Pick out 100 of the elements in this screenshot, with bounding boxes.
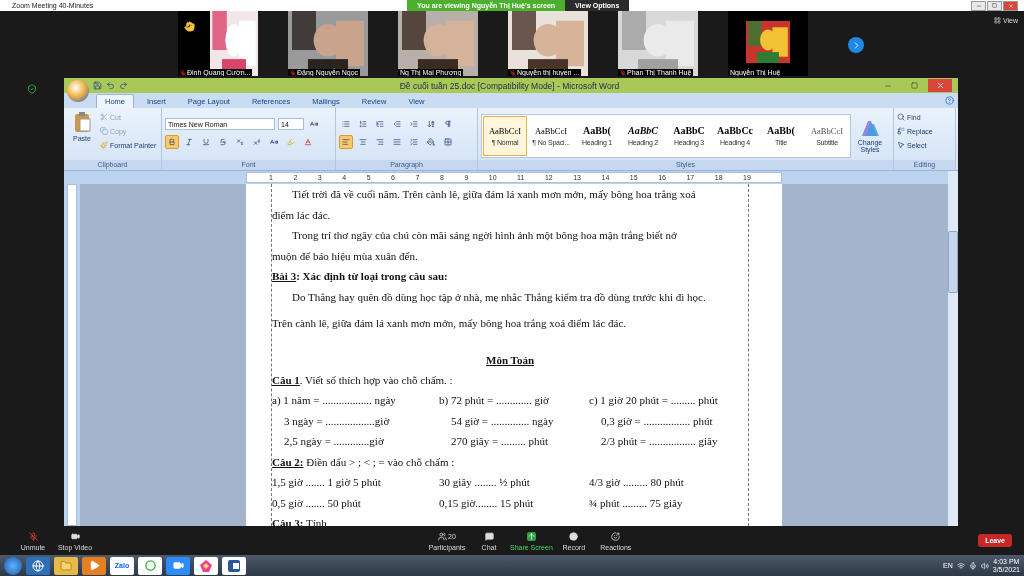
chat-icon (484, 531, 494, 541)
people-icon (438, 531, 448, 541)
exercise-item: 3 ngày = ..................giờ (283, 413, 391, 429)
font-size-icon (310, 120, 318, 128)
copy-icon (100, 127, 108, 135)
align-center-icon (359, 138, 367, 146)
next-page-button[interactable] (848, 37, 864, 53)
exercise-item: ¾ phút ......... 75 giây (589, 495, 684, 511)
superscript-icon (253, 138, 261, 146)
close-icon (1007, 2, 1014, 9)
pilcrow-icon (444, 120, 452, 128)
styles-letters-icon (860, 118, 880, 137)
style-sample: AaBbCc (716, 125, 754, 136)
globe-icon (32, 559, 44, 572)
volume-icon[interactable] (980, 561, 989, 570)
align-right-icon (376, 138, 384, 146)
minimize-icon (975, 2, 982, 9)
close-button[interactable] (1003, 0, 1018, 11)
font-color-icon (304, 138, 312, 146)
bold-button[interactable] (165, 135, 179, 149)
taskbar-app-button[interactable] (26, 556, 50, 575)
align-left-button[interactable] (339, 135, 353, 149)
borders-button[interactable] (441, 135, 455, 149)
align-left-icon (342, 138, 350, 146)
bold-icon (168, 138, 176, 146)
taskbar-app-button[interactable] (54, 556, 78, 575)
close-icon (935, 81, 945, 90)
sort-icon (427, 120, 435, 128)
exercise-item: 270 giây = ......... phút (450, 434, 549, 449)
taskbar-app-button[interactable] (166, 556, 190, 575)
window-title: Đề cuối tuần 25.doc [Compatibility Mode] - Microsoft Word (398, 80, 621, 91)
exercise-item: a) 1 năm = .................. ngày (272, 393, 397, 408)
numbering-icon (359, 120, 367, 128)
scrollbar-thumb[interactable] (948, 231, 958, 293)
close-button[interactable] (928, 79, 952, 92)
minimize-button[interactable] (971, 0, 986, 11)
exercise-item: 54 giờ = .............. ngày (450, 413, 555, 429)
office-button[interactable] (67, 80, 89, 102)
exercise-item: 2,5 ngày = .............giờ (283, 434, 385, 449)
restore-icon (910, 82, 918, 89)
ring-icon (144, 560, 156, 571)
taskbar-app-button[interactable] (82, 556, 106, 575)
document-icon (228, 559, 240, 572)
taskbar-app-button[interactable] (138, 556, 162, 575)
replace-icon (897, 127, 905, 135)
shield-icon (27, 84, 37, 94)
subscript-icon (236, 138, 244, 146)
maximize-icon (992, 3, 997, 8)
style-sample: AaBbCcI (534, 125, 568, 136)
taskbar-app-button[interactable] (194, 556, 218, 575)
mic-icon[interactable] (968, 561, 977, 570)
borders-icon (444, 138, 452, 146)
multilevel-list-icon (376, 120, 384, 128)
bullets-icon (342, 120, 350, 128)
camera-icon (70, 531, 80, 541)
style-sample: AaBb( (767, 125, 795, 136)
decrease-indent-icon (393, 120, 401, 128)
shading-button[interactable] (424, 135, 438, 149)
help-icon[interactable] (945, 96, 954, 105)
grid-icon (993, 17, 1001, 24)
exercise-item: 0,5 giờ ....... 50 phút (272, 495, 362, 511)
question-heading: Câu 2: Điền dấu > ; < ; = vào chỗ chấm : (272, 454, 455, 470)
exercise-item: 0,15 giờ........ 15 phút (439, 495, 535, 511)
folder-icon (60, 559, 72, 572)
smiley-icon (611, 531, 621, 541)
strikethrough-icon (219, 138, 227, 146)
maximize-button[interactable] (987, 0, 1002, 11)
exercise-item: 1,5 giờ ....... 1 giờ 5 phút (272, 475, 382, 490)
exercise-item: 4/3 giờ ......... 80 phút (589, 475, 685, 490)
section-title: Môn Toán (486, 352, 534, 368)
undo-icon[interactable] (106, 81, 115, 90)
pentagon-icon (200, 559, 212, 572)
exercise-item: b) 72 phút = ............. giờ (439, 393, 550, 408)
pointer-icon (897, 141, 905, 149)
taskbar-app-button[interactable] (222, 556, 246, 575)
search-icon (897, 113, 905, 121)
increase-indent-icon (410, 120, 418, 128)
exercise-item: c) 1 giờ 20 phút = ......... phút (589, 393, 719, 408)
question-heading: Bài 3: Xác định từ loại trong câu sau: (272, 269, 448, 284)
record-icon (569, 531, 579, 541)
scissors-icon (100, 113, 108, 121)
document-text: điểm lác đác. (272, 207, 331, 223)
paint-bucket-icon (427, 138, 435, 146)
camera-icon (172, 560, 184, 571)
exercise-item: 0,3 giờ = ................. phút (600, 413, 714, 429)
line-spacing-icon (410, 138, 418, 146)
highlighter-icon (287, 138, 295, 146)
justify-icon (393, 138, 401, 146)
document-text: Trong trí thơ ngây của chú còn mãi sáng ngời hình ảnh một bông hoa mận trắng biết nở (291, 228, 677, 243)
paintbrush-icon (100, 141, 108, 149)
question-heading: Câu 1. Viết số thích hợp vào chỗ chấm. : (272, 372, 453, 388)
play-icon (88, 560, 100, 571)
style-sample: AaBbC (628, 125, 658, 136)
redo-icon[interactable] (119, 81, 128, 90)
style-sample: AaBbCcI (488, 125, 522, 136)
document-text: Do Thắng hay quên đồ dùng học tập ở nhà, mẹ nhắc Thắng kiểm tra đồ dùng trước khi đi học. (291, 289, 706, 305)
start-button[interactable] (4, 556, 22, 575)
document-text: Trên cành lê, giữa đám lá xanh mơn mởn, mấy bông hoa trắng xoá điểm lác đác. (272, 316, 627, 331)
save-icon[interactable] (93, 81, 102, 90)
network-icon[interactable] (956, 561, 965, 570)
